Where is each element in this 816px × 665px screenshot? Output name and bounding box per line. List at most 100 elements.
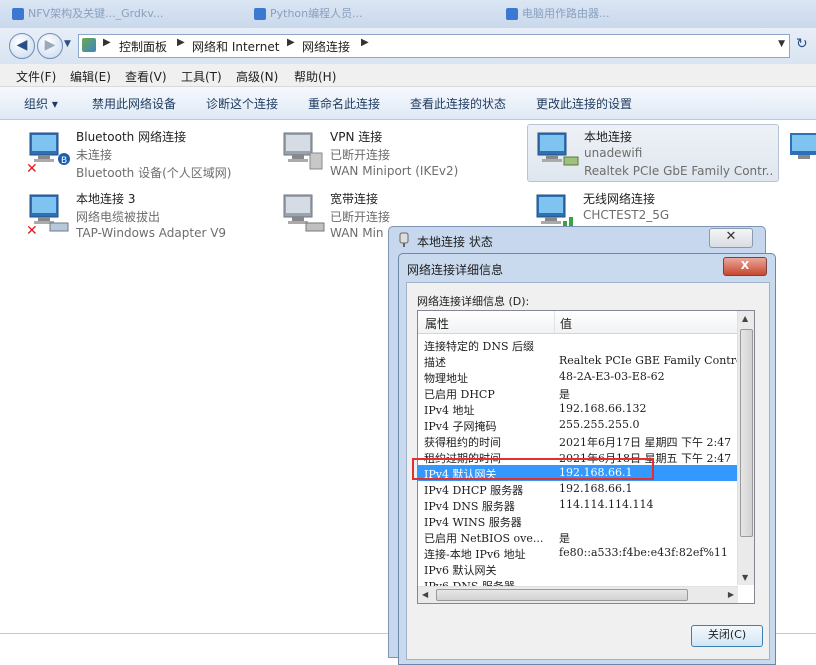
table-row[interactable]: IPv4 地址 192.168.66.132 (418, 401, 738, 417)
column-divider[interactable] (554, 311, 555, 333)
back-button[interactable]: ◀ (9, 33, 35, 59)
close-button[interactable]: 关闭(C) (691, 625, 763, 647)
menu-view[interactable]: 查看(V) (125, 68, 167, 85)
row-value: fe80::a533:f4be:e43f:82ef%11 (559, 546, 728, 559)
row-value: 是 (559, 532, 570, 545)
row-value: Realtek PCIe GBE Family Contro (559, 354, 739, 367)
scroll-up-icon[interactable]: ▲ (742, 314, 748, 323)
details-listview[interactable]: 属性 值 连接特定的 DNS 后缀 描述 Realtek PCIe GBE Fami… (417, 310, 755, 604)
svg-text:✕: ✕ (26, 223, 38, 235)
diagnose-connection-button[interactable]: 诊断这个连接 (206, 95, 278, 112)
breadcrumb-separator-icon[interactable]: ▶ (177, 37, 185, 48)
listview-header: 属性 值 (418, 311, 738, 334)
connection-device: WAN Mini (330, 226, 384, 240)
breadcrumb-network-internet[interactable]: 网络和 Internet (192, 38, 279, 55)
window-title: 本地连接 状态 (417, 235, 493, 249)
connection-local-3[interactable]: ✕ 本地连接 3 网络电缆被拔出 TAP-Windows Adapter V9 (20, 187, 270, 243)
close-icon[interactable]: ✕ (709, 228, 753, 248)
scroll-thumb[interactable] (740, 329, 753, 537)
menu-bar: 文件(F) 编辑(E) 查看(V) 工具(T) 高级(N) 帮助(H) (0, 64, 816, 87)
browser-tab-strip: NFV架构及关键..._Grdkv... Python编程人员... 电脑用作路… (0, 0, 816, 29)
address-dropdown-icon[interactable]: ▼ (778, 39, 785, 49)
table-row[interactable]: 获得租约的时间 2021年6月17日 星期四 下午 2:47 (418, 433, 738, 449)
table-row[interactable]: 已启用 DHCP 是 (418, 385, 738, 401)
highlight-box (412, 458, 654, 480)
menu-help[interactable]: 帮助(H) (294, 68, 336, 85)
table-row[interactable]: IPv6 默认网关 (418, 561, 738, 577)
breadcrumb-network-connections[interactable]: 网络连接 (302, 38, 350, 55)
tab-1[interactable]: NFV架构及关键..._Grdkv... (6, 4, 178, 24)
network-adapter-icon (537, 132, 579, 166)
table-row[interactable]: 物理地址 48-2A-E3-03-E8-62 (418, 369, 738, 385)
menu-tools[interactable]: 工具(T) (181, 68, 222, 85)
network-adapter-icon (790, 133, 816, 159)
row-property: 已启用 NetBIOS ove... (424, 532, 544, 545)
row-value: 2021年6月17日 星期四 下午 2:47 (559, 436, 732, 449)
row-property: 物理地址 (424, 372, 468, 385)
breadcrumb-separator-icon[interactable]: ▶ (361, 37, 369, 48)
connection-name: 本地连接 (584, 130, 633, 144)
table-row[interactable]: 连接特定的 DNS 后缀 (418, 337, 738, 353)
column-header-value[interactable]: 值 (560, 315, 572, 332)
page-icon (254, 8, 266, 20)
table-row[interactable]: IPv4 DHCP 服务器 192.168.66.1 (418, 481, 738, 497)
address-box[interactable]: ▶ 控制面板 ▶ 网络和 Internet ▶ 网络连接 ▶ ▼ (78, 34, 790, 58)
breadcrumb-separator-icon[interactable]: ▶ (287, 37, 295, 48)
table-row[interactable]: 描述 Realtek PCIe GBE Family Contro (418, 353, 739, 369)
connection-device: TAP-Windows Adapter V9 (76, 226, 227, 240)
table-row[interactable]: IPv4 子网掩码 255.255.255.0 (418, 417, 738, 433)
connection-bluetooth[interactable]: B ✕ Bluetooth 网络连接 未连接 Bluetooth 设备(个人区域… (20, 125, 270, 181)
organize-button[interactable]: 组织 ▾ (24, 95, 58, 112)
row-value: 48-2A-E3-03-E8-62 (559, 370, 665, 383)
row-property: IPv4 WINS 服务器 (424, 516, 522, 529)
row-value: 192.168.66.1 (559, 482, 633, 495)
connection-status: 已断开连接 (330, 210, 391, 224)
change-settings-button[interactable]: 更改此连接的设置 (536, 95, 632, 112)
disable-device-button[interactable]: 禁用此网络设备 (92, 95, 176, 112)
forward-button[interactable]: ▶ (37, 33, 63, 59)
broadband-adapter-icon (283, 194, 325, 232)
view-status-button[interactable]: 查看此连接的状态 (410, 95, 506, 112)
row-property: IPv4 地址 (424, 404, 475, 417)
refresh-icon[interactable]: ↻ (796, 36, 808, 52)
scroll-left-icon[interactable]: ◀ (422, 590, 428, 599)
rename-connection-button[interactable]: 重命名此连接 (308, 95, 380, 112)
table-row[interactable]: 连接-本地 IPv6 地址 fe80::a533:f4be:e43f:82ef%1… (418, 545, 738, 561)
close-icon[interactable]: X (723, 257, 767, 276)
scroll-thumb[interactable] (436, 589, 688, 601)
scroll-down-icon[interactable]: ▼ (742, 573, 748, 582)
breadcrumb-control-panel[interactable]: 控制面板 (119, 38, 167, 55)
horizontal-scrollbar[interactable]: ◀ ▶ (418, 586, 738, 603)
connection-device: Bluetooth 设备(个人区域网) (76, 166, 232, 180)
vertical-scrollbar[interactable]: ▲ ▼ (737, 311, 754, 585)
column-header-property[interactable]: 属性 (425, 315, 449, 332)
table-row[interactable]: 已启用 NetBIOS ove... 是 (418, 529, 738, 545)
connection-vpn[interactable]: VPN 连接 已断开连接 WAN Miniport (IKEv2) (274, 125, 524, 181)
connection-device: WAN Miniport (IKEv2) (330, 164, 459, 178)
connection-status: 未连接 (76, 148, 113, 162)
network-adapter-icon: B ✕ (26, 132, 70, 173)
connection-local[interactable]: 本地连接 unadewifi Realtek PCIe GbE Family C… (527, 124, 779, 182)
connection-status: 已断开连接 (330, 148, 391, 162)
tab-2[interactable]: Python编程人员... (248, 4, 460, 24)
connection-name: VPN 连接 (330, 130, 383, 144)
breadcrumb-separator-icon[interactable]: ▶ (103, 37, 111, 48)
row-property: IPv4 DNS 服务器 (424, 500, 515, 513)
scroll-right-icon[interactable]: ▶ (728, 590, 734, 599)
recent-pages-dropdown-icon[interactable]: ▼ (64, 39, 71, 49)
dialog-title: 网络连接详细信息 (407, 263, 504, 277)
connection-status: 网络电缆被拔出 (76, 210, 161, 224)
menu-edit[interactable]: 编辑(E) (70, 68, 111, 85)
row-property: IPv6 默认网关 (424, 564, 497, 577)
table-row[interactable]: IPv4 WINS 服务器 (418, 513, 738, 529)
connection-name: Bluetooth 网络连接 (76, 130, 187, 144)
table-row[interactable]: IPv4 DNS 服务器 114.114.114.114 (418, 497, 738, 513)
connection-name: 本地连接 3 (76, 192, 136, 206)
menu-advanced[interactable]: 高级(N) (236, 68, 278, 85)
connection-name: 无线网络连接 (583, 192, 656, 206)
page-icon (12, 8, 24, 20)
control-panel-icon (82, 38, 96, 52)
row-property: 连接-本地 IPv6 地址 (424, 548, 526, 561)
tab-3[interactable]: 电脑用作路由器... (500, 4, 732, 24)
menu-file[interactable]: 文件(F) (16, 68, 56, 85)
